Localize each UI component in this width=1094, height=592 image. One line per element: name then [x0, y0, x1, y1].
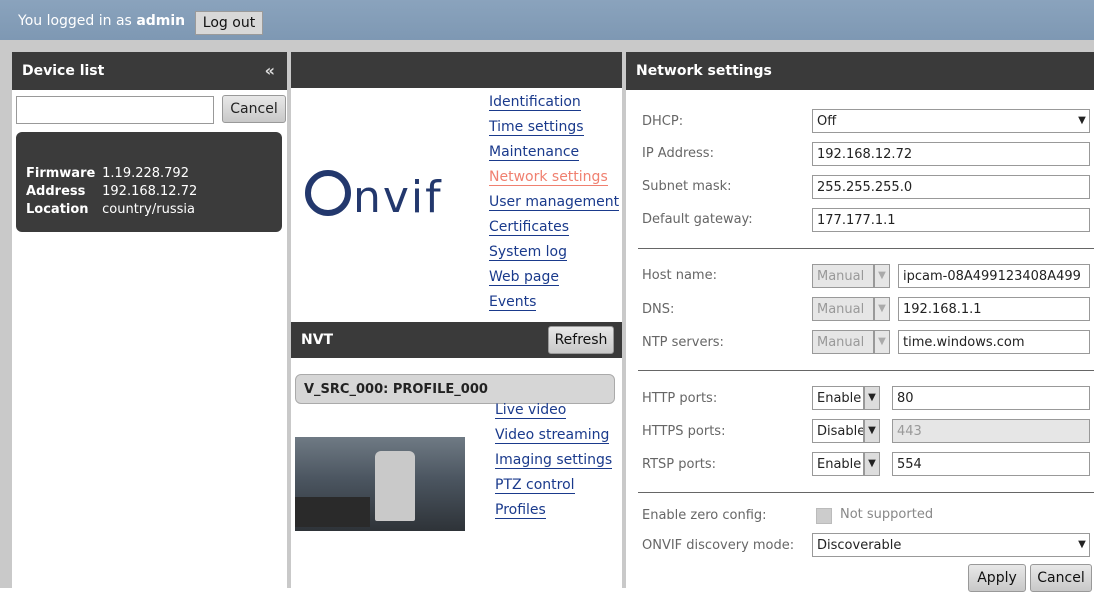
device-list-panel: Device list « Cancel Firmware 1.19.228.7…: [12, 52, 287, 588]
rtsp-mode-select[interactable]: Enable: [812, 452, 864, 476]
subnet-label: Subnet mask:: [642, 179, 732, 194]
gateway-label: Default gateway:: [642, 212, 753, 227]
firmware-value: 1.19.228.792: [102, 166, 189, 181]
http-mode-select[interactable]: Enable: [812, 386, 864, 410]
link-time-settings[interactable]: Time settings: [489, 119, 584, 136]
camera-image: [375, 451, 415, 521]
link-live-video[interactable]: Live video: [495, 402, 567, 419]
discovery-value: Discoverable: [817, 538, 902, 553]
onvif-logo-text: nvif: [353, 172, 443, 223]
separator: [638, 370, 1094, 371]
https-label: HTTPS ports:: [642, 424, 726, 439]
search-cancel-button[interactable]: Cancel: [222, 95, 286, 123]
device-list-title: Device list: [22, 63, 105, 79]
link-profiles[interactable]: Profiles: [495, 502, 546, 519]
top-bar: You logged in as admin Log out: [0, 0, 1094, 40]
device-menu-panel: nvif Identification Time settings Mainte…: [291, 52, 622, 588]
rtsp-port-field[interactable]: 554: [892, 452, 1090, 476]
device-card[interactable]: Firmware 1.19.228.792 Address 192.168.12…: [16, 132, 282, 232]
chevron-down-icon[interactable]: ▼: [864, 386, 880, 410]
link-events[interactable]: Events: [489, 294, 537, 311]
chevron-down-icon[interactable]: ▼: [874, 264, 890, 288]
link-identification[interactable]: Identification: [489, 94, 581, 111]
http-port-field[interactable]: 80: [892, 386, 1090, 410]
video-thumbnail[interactable]: [295, 437, 465, 531]
hostname-label: Host name:: [642, 268, 717, 283]
rtsp-label: RTSP ports:: [642, 457, 717, 472]
dns-mode-select[interactable]: Manual: [812, 297, 874, 321]
https-port-field[interactable]: 443: [892, 419, 1090, 443]
refresh-button[interactable]: Refresh: [548, 326, 614, 354]
link-network-settings[interactable]: Network settings: [489, 169, 608, 186]
collapse-icon[interactable]: «: [265, 52, 275, 90]
link-system-log[interactable]: System log: [489, 244, 567, 261]
firmware-row: Firmware 1.19.228.792: [26, 166, 189, 181]
dns-field[interactable]: 192.168.1.1: [898, 297, 1090, 321]
device-menu-header: [291, 52, 622, 88]
profile-selector[interactable]: V_SRC_000: PROFILE_000: [295, 374, 615, 404]
hostname-field[interactable]: ipcam-08A499123408A499: [898, 264, 1090, 288]
link-video-streaming[interactable]: Video streaming: [495, 427, 610, 444]
chevron-down-icon[interactable]: ▼: [874, 297, 890, 321]
onvif-logo-circle: [305, 170, 351, 216]
dns-label: DNS:: [642, 302, 675, 317]
subnet-mask-field[interactable]: 255.255.255.0: [812, 175, 1090, 199]
address-value: 192.168.12.72: [102, 184, 198, 199]
link-imaging-settings[interactable]: Imaging settings: [495, 452, 613, 469]
dhcp-label: DHCP:: [642, 114, 684, 129]
chevron-down-icon: ▼: [1075, 110, 1089, 132]
location-value: country/russia: [102, 202, 195, 217]
zero-config-label: Enable zero config:: [642, 508, 767, 523]
ip-address-field[interactable]: 192.168.12.72: [812, 142, 1090, 166]
ip-label: IP Address:: [642, 146, 714, 161]
link-maintenance[interactable]: Maintenance: [489, 144, 580, 161]
onvif-logo: nvif: [305, 170, 443, 223]
separator: [638, 248, 1094, 249]
location-row: Location country/russia: [26, 202, 195, 217]
nvt-title: NVT: [301, 332, 334, 348]
login-status-text: You logged in as: [18, 13, 132, 29]
chevron-down-icon[interactable]: ▼: [864, 419, 880, 443]
ntp-label: NTP servers:: [642, 335, 724, 350]
chevron-down-icon[interactable]: ▼: [864, 452, 880, 476]
network-settings-header: Network settings: [626, 52, 1094, 90]
dhcp-select[interactable]: Off ▼: [812, 109, 1090, 133]
zero-config-status: Not supported: [840, 507, 934, 522]
gateway-field[interactable]: 177.177.1.1: [812, 208, 1090, 232]
http-label: HTTP ports:: [642, 391, 718, 406]
dhcp-value: Off: [817, 114, 837, 129]
zero-config-checkbox[interactable]: [816, 508, 832, 524]
link-certificates[interactable]: Certificates: [489, 219, 570, 236]
ntp-mode-select[interactable]: Manual: [812, 330, 874, 354]
chevron-down-icon[interactable]: ▼: [874, 330, 890, 354]
link-ptz-control[interactable]: PTZ control: [495, 477, 575, 494]
device-search-input[interactable]: [16, 96, 214, 124]
hostname-mode-select[interactable]: Manual: [812, 264, 874, 288]
firmware-label: Firmware: [26, 166, 96, 181]
discovery-label: ONVIF discovery mode:: [642, 538, 795, 553]
link-user-management[interactable]: User management: [489, 194, 620, 211]
nvt-header: NVT Refresh: [291, 322, 622, 358]
https-mode-select[interactable]: Disable: [812, 419, 864, 443]
separator: [638, 492, 1094, 493]
main-frame: Device list « Cancel Firmware 1.19.228.7…: [0, 40, 1094, 592]
device-list-header: Device list «: [12, 52, 287, 90]
chevron-down-icon: ▼: [1075, 534, 1089, 556]
username: admin: [136, 13, 186, 29]
discovery-mode-select[interactable]: Discoverable ▼: [812, 533, 1090, 557]
address-row: Address 192.168.12.72: [26, 184, 197, 199]
location-label: Location: [26, 202, 89, 217]
link-web-page[interactable]: Web page: [489, 269, 559, 286]
network-settings-panel: Network settings DHCP: Off ▼ IP Address:…: [626, 52, 1094, 592]
logout-button[interactable]: Log out: [195, 11, 263, 35]
login-status: You logged in as admin: [18, 13, 185, 29]
thumbnail-shadow: [295, 497, 370, 527]
address-label: Address: [26, 184, 86, 199]
ntp-field[interactable]: time.windows.com: [898, 330, 1090, 354]
